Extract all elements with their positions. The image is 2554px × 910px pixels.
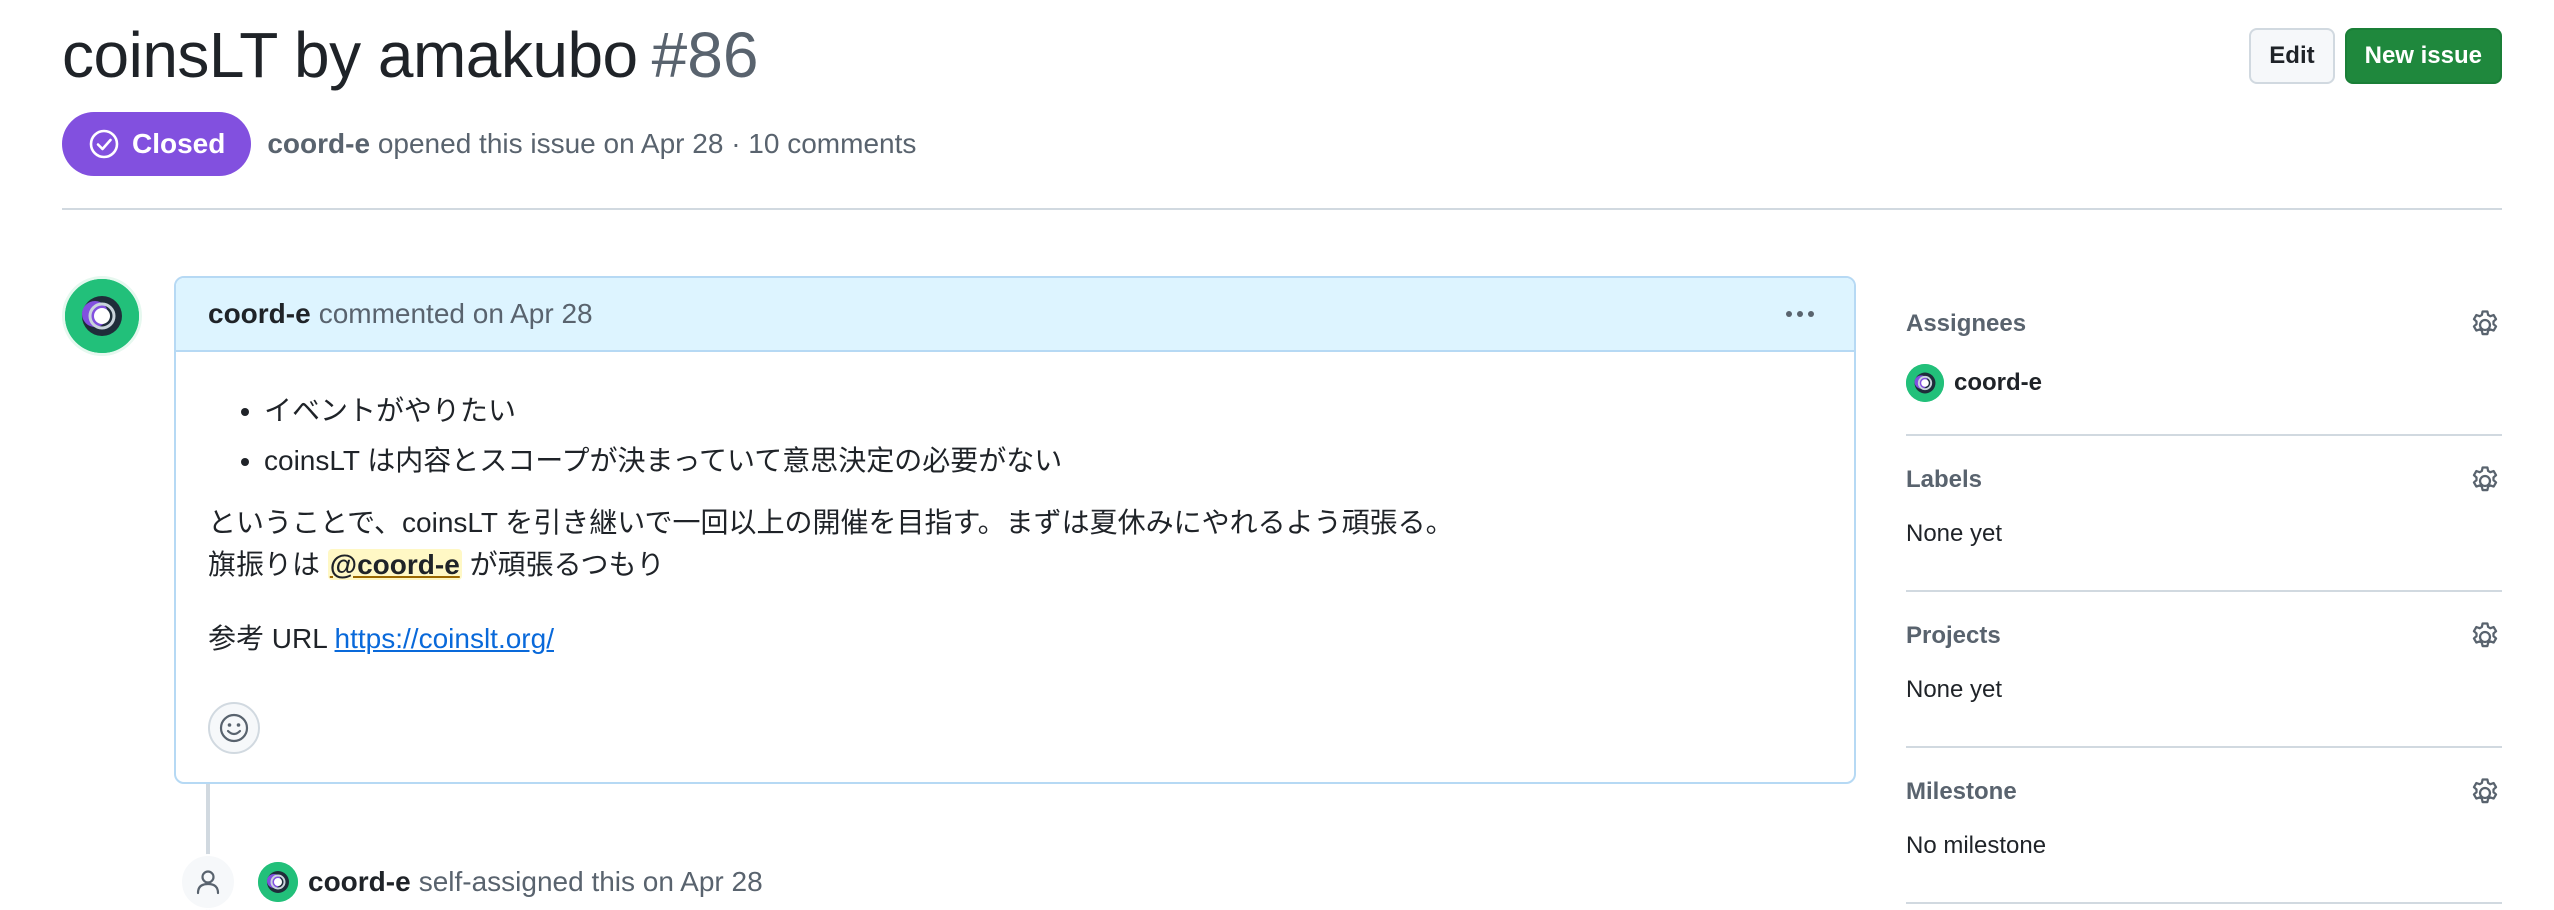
timeline-event-author[interactable]: coord-e <box>308 866 411 898</box>
issue-title: coinsLT by amakubo <box>62 19 638 91</box>
comment-body: イベントがやりたい coinsLT は内容とスコープが決まっていて意思決定の必要… <box>176 352 1854 660</box>
comment-reference: 参考 URL https://coinslt.org/ <box>208 618 1822 660</box>
comment-paragraph: ということで、coinsLT を引き継いで一回以上の開催を目指す。まずは夏休みに… <box>208 502 1822 586</box>
gear-icon[interactable] <box>2468 464 2502 498</box>
gear-icon[interactable] <box>2468 620 2502 654</box>
list-item: イベントがやりたい <box>264 386 1822 436</box>
issue-sidebar: Assignees coord-e Labels None yet Projec… <box>1906 276 2502 904</box>
smiley-icon <box>219 713 249 743</box>
reference-link[interactable]: https://coinslt.org/ <box>335 623 554 654</box>
list-item: coinsLT は内容とスコープが決まっていて意思決定の必要がない <box>264 436 1822 486</box>
person-icon <box>196 870 220 895</box>
issue-opened-text: coord-e opened this issue on Apr 28 · 10… <box>267 128 916 160</box>
sidebar-milestone: Milestone No milestone <box>1906 748 2502 904</box>
sidebar-heading-milestone: Milestone <box>1906 778 2017 805</box>
sidebar-projects-value: None yet <box>1906 676 2003 703</box>
issue-closed-icon <box>89 129 119 159</box>
avatar-image <box>258 862 298 902</box>
avatar[interactable] <box>62 276 142 356</box>
comment-author[interactable]: coord-e <box>208 298 311 330</box>
comment-line-2-prefix: 旗振りは <box>208 549 321 580</box>
timeline-badge <box>180 854 236 910</box>
sidebar-heading-assignees: Assignees <box>1906 310 2027 337</box>
timeline-event-text: self-assigned this on Apr 28 <box>418 866 763 897</box>
avatar[interactable] <box>258 862 298 902</box>
issue-page: coinsLT by amakubo #86 Edit New issue Cl… <box>62 0 2502 910</box>
header-divider <box>62 208 2502 210</box>
issue-number: #86 <box>651 19 759 91</box>
comment-line-1: ということで、coinsLT を引き継いで一回以上の開催を目指す。まずは夏休みに… <box>208 507 1454 538</box>
comment-line-2-suffix: が頑張るつもり <box>469 549 665 580</box>
sidebar-milestone-value: No milestone <box>1906 832 2047 859</box>
edit-button[interactable]: Edit <box>2249 28 2335 84</box>
sidebar-labels-value: None yet <box>1906 520 2003 547</box>
sidebar-assignees: Assignees coord-e <box>1906 276 2502 436</box>
avatar <box>1906 364 1944 402</box>
comment-bullet-list: イベントがやりたい coinsLT は内容とスコープが決まっていて意思決定の必要… <box>208 386 1822 486</box>
assignee-name: coord-e <box>1954 369 2043 396</box>
gear-icon[interactable] <box>2468 308 2502 342</box>
sidebar-assignee[interactable]: coord-e <box>1906 364 2042 402</box>
issue-opened-detail: opened this issue on Apr 28 · 10 comment… <box>377 128 917 159</box>
new-issue-button[interactable]: New issue <box>2344 28 2502 84</box>
avatar-image <box>1906 364 1944 402</box>
header-actions: Edit New issue <box>2249 28 2502 84</box>
kebab-horizontal-icon[interactable] <box>1780 294 1820 334</box>
reference-label: 参考 URL <box>208 623 327 654</box>
issue-meta: Closed coord-e opened this issue on Apr … <box>62 112 916 176</box>
comment-box: coord-e commented on Apr 28 イベントがやりたい co… <box>174 276 1856 784</box>
sidebar-heading-projects: Projects <box>1906 622 2001 649</box>
sidebar-heading-labels: Labels <box>1906 466 1983 493</box>
avatar-image <box>65 279 139 353</box>
status-badge: Closed <box>62 112 252 176</box>
user-mention[interactable]: @coord-e <box>327 549 462 580</box>
comment-timestamp[interactable]: commented on Apr 28 <box>319 298 593 330</box>
comment-header: coord-e commented on Apr 28 <box>176 278 1854 352</box>
timeline-event: coord-e self-assigned this on Apr 28 <box>258 862 763 902</box>
sidebar-labels: Labels None yet <box>1906 436 2502 592</box>
gear-icon[interactable] <box>2468 776 2502 810</box>
sidebar-projects: Projects None yet <box>1906 592 2502 748</box>
issue-author-link[interactable]: coord-e <box>267 128 370 159</box>
add-reaction-button[interactable] <box>208 702 260 754</box>
issue-title-row: coinsLT by amakubo #86 <box>62 18 758 98</box>
status-badge-label: Closed <box>132 128 226 159</box>
